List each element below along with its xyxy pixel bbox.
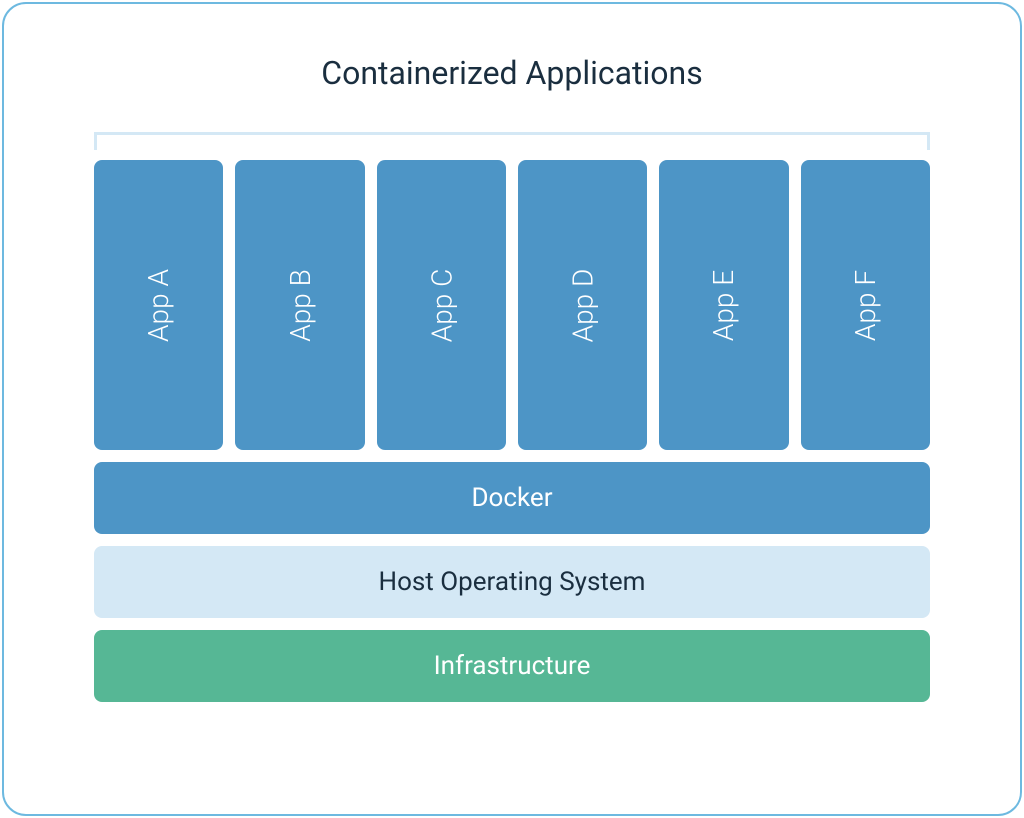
app-box-c: App C: [377, 160, 506, 450]
app-label: App F: [849, 269, 882, 340]
app-box-b: App B: [235, 160, 364, 450]
diagram-container: Containerized Applications App A App B A…: [2, 2, 1022, 816]
host-os-layer: Host Operating System: [94, 546, 930, 618]
app-box-d: App D: [518, 160, 647, 450]
docker-label: Docker: [471, 483, 552, 513]
app-label: App C: [425, 268, 458, 342]
diagram-title: Containerized Applications: [94, 54, 930, 92]
infrastructure-layer: Infrastructure: [94, 630, 930, 702]
apps-bracket: [94, 132, 930, 150]
app-box-e: App E: [659, 160, 788, 450]
app-label: App E: [707, 269, 740, 340]
infrastructure-label: Infrastructure: [434, 651, 591, 681]
app-box-f: App F: [801, 160, 930, 450]
host-os-label: Host Operating System: [379, 567, 646, 597]
apps-row: App A App B App C App D App E App F: [94, 160, 930, 450]
app-label: App B: [283, 269, 316, 342]
docker-layer: Docker: [94, 462, 930, 534]
app-box-a: App A: [94, 160, 223, 450]
app-label: App D: [566, 268, 599, 342]
app-label: App A: [142, 269, 175, 342]
